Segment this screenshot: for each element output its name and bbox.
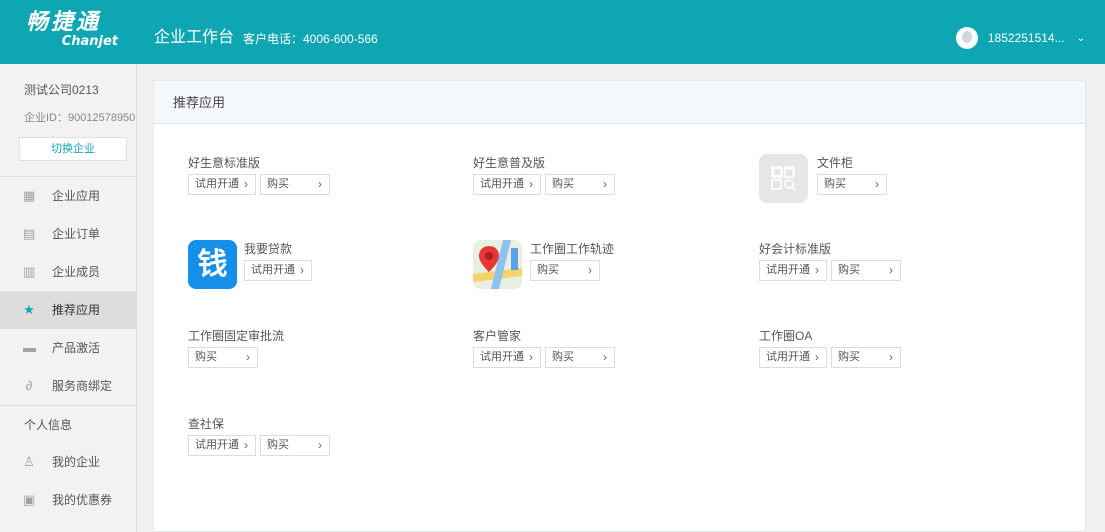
app-work-circle-oa: 工作圈OA 试用开通 › 购买 ›	[759, 329, 905, 368]
app-haoshengyi-basic: 好生意普及版 试用开通 › 购买 ›	[473, 156, 619, 195]
star-icon: ★	[23, 302, 35, 317]
chevron-right-icon: ›	[815, 263, 819, 277]
chevron-right-icon: ›	[588, 263, 592, 277]
app-fixed-approval: 工作圈固定审批流 购买 ›	[188, 329, 284, 368]
company-id: 企业ID：90012578950	[24, 112, 136, 124]
trial-button[interactable]: 试用开通 ›	[759, 347, 827, 368]
app-name: 查社保	[188, 417, 225, 431]
chevron-down-icon[interactable]: ⌄	[1077, 33, 1085, 44]
company-name: 测试公司0213	[24, 83, 99, 97]
sidebar-item-label: 服务商绑定	[52, 379, 113, 393]
grid-icon: ▦	[23, 188, 36, 203]
box-icon: ▬	[23, 340, 36, 355]
sidebar-item-orders[interactable]: ▤ 企业订单	[0, 215, 136, 253]
buy-button[interactable]: 购买 ›	[260, 174, 330, 195]
sidebar-item-members[interactable]: ▥ 企业成员	[0, 253, 136, 291]
sidebar-item-label: 推荐应用	[52, 303, 101, 317]
trial-button[interactable]: 试用开通 ›	[759, 260, 827, 281]
sidebar-item-my-coupons[interactable]: ▣ 我的优惠券	[0, 481, 136, 519]
app-work-circle-trace: 工作圈工作轨迹 购买 ›	[530, 242, 614, 281]
trial-button[interactable]: 试用开通 ›	[473, 347, 541, 368]
app-name: 我要贷款	[244, 242, 293, 256]
file-cabinet-icon[interactable]	[759, 154, 808, 203]
chevron-right-icon: ›	[246, 350, 250, 364]
chevron-right-icon: ›	[889, 350, 893, 364]
trial-button[interactable]: 试用开通 ›	[244, 260, 312, 281]
chevron-right-icon: ›	[603, 350, 607, 364]
sidebar-item-recommended[interactable]: ★ 推荐应用	[0, 291, 136, 329]
section-personal-info: 个人信息	[0, 405, 136, 443]
trial-button[interactable]: 试用开通 ›	[473, 174, 541, 195]
panel-title: 推荐应用	[154, 81, 1085, 124]
logo[interactable]: 畅捷通 Chanjet	[26, 10, 126, 56]
buy-button[interactable]: 购买 ›	[831, 347, 901, 368]
app-name: 好生意普及版	[473, 156, 546, 170]
map-pin-icon[interactable]	[473, 240, 522, 289]
trial-button[interactable]: 试用开通 ›	[188, 174, 256, 195]
app-social-security: 查社保 试用开通 › 购买 ›	[188, 417, 334, 456]
sidebar-item-enterprise-apps[interactable]: ▦ 企业应用	[0, 177, 136, 215]
recommended-apps-panel: 推荐应用 好生意标准版 试用开通 › 购买 › 好生意普及版 试用开通 › 购买 › 文…	[153, 80, 1086, 532]
customer-phone: 客户电话：4006-600-566	[243, 32, 378, 46]
app-name: 好会计标准版	[759, 242, 832, 256]
app-name: 工作圈工作轨迹	[530, 242, 615, 256]
buy-button[interactable]: 购买 ›	[530, 260, 600, 281]
top-bar: 畅捷通 Chanjet 企业工作台 客户电话：4006-600-566 1852…	[0, 0, 1105, 64]
document-icon: ▤	[23, 226, 36, 241]
buy-button[interactable]: 购买 ›	[188, 347, 258, 368]
sidebar-item-activation[interactable]: ▬ 产品激活	[0, 329, 136, 367]
app-name: 文件柜	[817, 156, 854, 170]
switch-company-button[interactable]: 切换企业	[19, 137, 127, 161]
chevron-right-icon: ›	[529, 350, 533, 364]
chevron-right-icon: ›	[244, 438, 248, 452]
buy-button[interactable]: 购买 ›	[545, 174, 615, 195]
app-name: 好生意标准版	[188, 156, 261, 170]
app-loan: 我要贷款 试用开通 ›	[244, 242, 316, 281]
company-info: 测试公司0213 企业ID：90012578950 切换企业	[0, 64, 136, 177]
chevron-right-icon: ›	[244, 177, 248, 191]
chevron-right-icon: ›	[875, 177, 879, 191]
trial-button[interactable]: 试用开通 ›	[188, 435, 256, 456]
chevron-right-icon: ›	[318, 438, 322, 452]
app-name: 工作圈固定审批流	[188, 329, 285, 343]
logo-cn: 畅捷通	[26, 9, 102, 35]
sidebar-item-label: 企业成员	[52, 265, 101, 279]
app-file-cabinet: 文件柜 购买 ›	[817, 156, 891, 195]
buy-button[interactable]: 购买 ›	[831, 260, 901, 281]
chevron-right-icon: ›	[889, 263, 893, 277]
sidebar-item-my-company[interactable]: ♙ 我的企业	[0, 443, 136, 481]
loan-icon[interactable]: 钱	[188, 240, 237, 289]
buy-button[interactable]: 购买 ›	[817, 174, 887, 195]
user-menu[interactable]: 1852251514... ⌄	[955, 27, 1085, 49]
buy-button[interactable]: 购买 ›	[545, 347, 615, 368]
app-haokuaiji-standard: 好会计标准版 试用开通 › 购买 ›	[759, 242, 905, 281]
sidebar-item-label: 我的企业	[52, 455, 101, 469]
sidebar: 测试公司0213 企业ID：90012578950 切换企业 ▦ 企业应用 ▤ …	[0, 64, 137, 532]
sidebar-item-label: 企业订单	[52, 227, 101, 241]
user-name[interactable]: 1852251514...	[988, 31, 1065, 45]
sidebar-item-provider-binding[interactable]: ∂ 服务商绑定	[0, 367, 136, 405]
avatar[interactable]	[955, 27, 978, 49]
sidebar-item-label: 企业应用	[52, 189, 101, 203]
chevron-right-icon: ›	[300, 263, 304, 277]
link-icon: ∂	[25, 378, 33, 393]
page-title: 企业工作台	[154, 29, 235, 46]
app-customer-manager: 客户管家 试用开通 › 购买 ›	[473, 329, 619, 368]
person-icon: ♙	[23, 454, 35, 469]
app-name: 工作圈OA	[759, 329, 813, 343]
chevron-right-icon: ›	[603, 177, 607, 191]
buy-button[interactable]: 购买 ›	[260, 435, 330, 456]
coupon-icon: ▣	[23, 492, 36, 507]
chevron-right-icon: ›	[318, 177, 322, 191]
app-haoshengyi-standard: 好生意标准版 试用开通 › 购买 ›	[188, 156, 334, 195]
sidebar-item-label: 我的优惠券	[52, 493, 113, 507]
app-name: 客户管家	[473, 329, 522, 343]
logo-en: Chanjet	[61, 34, 118, 49]
sidebar-item-label: 产品激活	[52, 341, 101, 355]
chevron-right-icon: ›	[815, 350, 819, 364]
members-icon: ▥	[23, 264, 36, 279]
chevron-right-icon: ›	[529, 177, 533, 191]
